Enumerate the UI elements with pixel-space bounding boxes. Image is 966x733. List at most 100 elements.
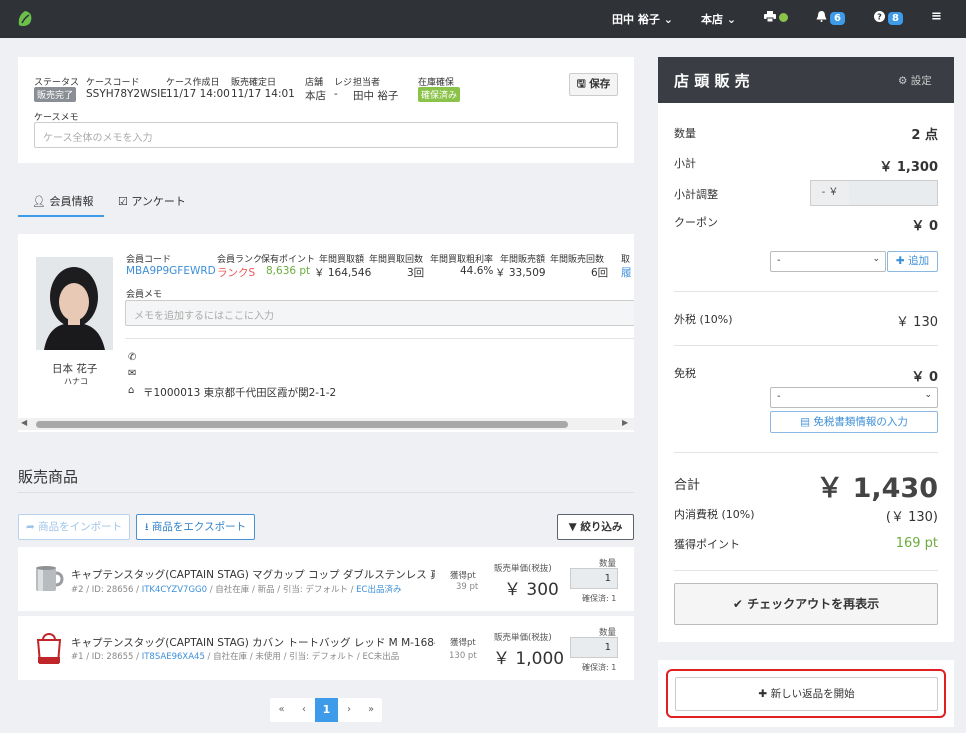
- member-address: 〒1000013 東京都千代田区霞が関2-1-2: [143, 387, 337, 399]
- quantity-input[interactable]: 1: [570, 568, 618, 589]
- ec-status-link[interactable]: EC出品済み: [356, 585, 401, 595]
- mail-icon: ✉: [128, 368, 137, 379]
- external-tax-label: 外税 (10%): [674, 313, 733, 326]
- product-meta-text: #2 / ID: 28656 /: [71, 585, 142, 595]
- product-item-code-link[interactable]: IT8SAE96XA45: [142, 652, 205, 662]
- member-info-card: 日本 花子 ハナコ 会員コード MBA9P9GFEWRD 会員ランク ランクS …: [18, 234, 634, 432]
- help-icon: ?: [874, 11, 885, 22]
- download-icon: ⭳: [144, 521, 149, 533]
- horizontal-scrollbar[interactable]: ◀ ▶: [18, 418, 634, 430]
- case-memo-input[interactable]: ケース全体のメモを入力: [34, 122, 618, 148]
- store-name: 本店: [701, 13, 723, 26]
- import-products-button[interactable]: ➦ 商品をインポート: [18, 514, 130, 540]
- member-memo-input[interactable]: メモを追加するにはここに入力: [125, 300, 634, 326]
- page-prev-button[interactable]: ‹: [293, 698, 315, 722]
- confirmed-date-value: 11/17 14:01: [231, 88, 295, 100]
- svg-text:?: ?: [877, 13, 882, 22]
- divider: [674, 291, 938, 292]
- annual-buy-count-label: 年間買取回数: [369, 255, 424, 265]
- user-menu[interactable]: 田中 裕子 ⌄: [612, 11, 673, 27]
- printer-icon: [764, 11, 776, 23]
- share-icon: ➦: [25, 521, 35, 533]
- included-tax-value: (￥ 130): [885, 510, 938, 525]
- earned-points-value: 169 pt: [895, 536, 938, 551]
- staff-value: 田中 裕子: [353, 90, 399, 102]
- secured-count: 確保済: 1: [582, 594, 617, 603]
- product-title[interactable]: キャプテンスタッグ(CAPTAIN STAG) カバン トートバッグ レッド M…: [71, 635, 435, 650]
- annual-margin-label: 年間買取粗利率: [430, 255, 494, 265]
- tab-survey[interactable]: ☑ アンケート: [118, 183, 186, 209]
- product-item-code-link[interactable]: ITK4CYZV7GG0: [142, 585, 207, 595]
- member-name: 日本 花子: [52, 363, 98, 375]
- filter-button[interactable]: ▼ 絞り込み: [557, 514, 634, 540]
- page-next-button[interactable]: ›: [338, 698, 360, 722]
- included-tax-label: 内消費税 (10%): [674, 508, 755, 521]
- product-row[interactable]: キャプテンスタッグ(CAPTAIN STAG) マグカップ コップ ダブルステン…: [18, 547, 634, 611]
- page-last-button[interactable]: »: [360, 698, 382, 722]
- secured-count: 確保済: 1: [582, 663, 617, 672]
- annual-sales-count-value: 6回: [591, 267, 609, 279]
- hamburger-menu-icon[interactable]: ≡: [931, 9, 942, 24]
- tab-member-label: 会員情報: [49, 195, 94, 208]
- coupon-select[interactable]: - ⌄: [770, 251, 886, 272]
- quantity-input[interactable]: 1: [570, 637, 618, 658]
- created-date-label: ケース作成日: [166, 78, 220, 88]
- app-logo[interactable]: [16, 10, 34, 28]
- truncated-column-label: 取: [621, 255, 631, 265]
- store-menu[interactable]: 本店 ⌄: [701, 11, 736, 27]
- earned-points-label: 獲得ポイント: [674, 538, 740, 551]
- save-button-label: 保存: [589, 78, 611, 90]
- settings-link[interactable]: ⚙ 設定: [898, 73, 932, 88]
- start-new-return-button[interactable]: ✚ 新しい返品を開始: [675, 677, 938, 711]
- scroll-left-arrow-icon[interactable]: ◀: [21, 418, 27, 427]
- notifications-button[interactable]: 6: [816, 11, 845, 25]
- member-code-link[interactable]: MBA9P9GFEWRD: [126, 265, 216, 277]
- user-name: 田中 裕子: [612, 13, 660, 26]
- divider: [674, 570, 938, 571]
- filter-label: 絞り込み: [580, 521, 623, 533]
- add-coupon-label: 追加: [908, 255, 930, 267]
- staff-label: 担当者: [353, 78, 381, 88]
- unit-price-label: 販売単価(税抜): [494, 564, 552, 574]
- printer-status[interactable]: [764, 11, 788, 24]
- annual-sales-amount-label: 年間販売額: [500, 255, 546, 265]
- subtotal-value: ￥ 1,300: [879, 160, 938, 175]
- page-current-button[interactable]: 1: [315, 698, 338, 722]
- tax-exempt-select[interactable]: - ⌄: [770, 387, 938, 408]
- truncated-column-link[interactable]: 履: [621, 265, 632, 280]
- member-code-label: 会員コード: [126, 255, 172, 265]
- scrollbar-thumb[interactable]: [36, 421, 568, 428]
- annual-sales-count-label: 年間販売回数: [550, 255, 605, 265]
- home-icon: ⌂: [128, 385, 135, 396]
- unit-price-label: 販売単価(税抜): [494, 633, 552, 643]
- page-first-button[interactable]: «: [270, 698, 293, 722]
- help-button[interactable]: ? 8: [874, 11, 903, 25]
- tab-member-info[interactable]: 👤︎ 会員情報: [18, 183, 104, 217]
- register-value: -: [334, 88, 338, 100]
- subtotal-label: 小計: [674, 157, 696, 170]
- annual-sales-amount-value: ￥ 33,509: [495, 267, 546, 279]
- stock-status-badge: 確保済み: [418, 87, 461, 102]
- plus-icon: ✚: [758, 688, 768, 700]
- member-memo-label: 会員メモ: [126, 290, 163, 300]
- status-badge: 販売完了: [34, 87, 77, 102]
- tab-survey-label: アンケート: [131, 195, 186, 208]
- tax-exempt-doc-button[interactable]: ▤ 免税書類情報の入力: [770, 411, 938, 433]
- export-products-button[interactable]: ⭳ 商品をエクスポート: [136, 514, 255, 540]
- member-rank-value: ランクS: [217, 267, 256, 279]
- product-title[interactable]: キャプテンスタッグ(CAPTAIN STAG) マグカップ コップ ダブルステン…: [71, 567, 435, 582]
- save-button[interactable]: 🖫 保存: [569, 73, 618, 96]
- scroll-right-arrow-icon[interactable]: ▶: [622, 418, 628, 427]
- case-code-label: ケースコード: [86, 78, 140, 88]
- product-points: 130 pt: [449, 651, 477, 661]
- save-icon: 🖫: [576, 78, 586, 90]
- product-meta: #2 / ID: 28656 / ITK4CYZV7GG0 / 自社在庫 / 新…: [71, 583, 401, 595]
- help-count-badge: 8: [888, 12, 903, 25]
- reshow-checkout-button[interactable]: ✔ チェックアウトを再表示: [674, 583, 938, 625]
- product-row[interactable]: キャプテンスタッグ(CAPTAIN STAG) カバン トートバッグ レッド M…: [18, 616, 634, 680]
- shop-value: 本店: [305, 90, 326, 102]
- quantity-label: 数量: [674, 127, 696, 140]
- add-coupon-button[interactable]: ✚ 追加: [887, 251, 938, 272]
- case-code-value: SSYH78Y2WSIE: [86, 88, 167, 100]
- subtotal-adjust-input[interactable]: [849, 180, 938, 206]
